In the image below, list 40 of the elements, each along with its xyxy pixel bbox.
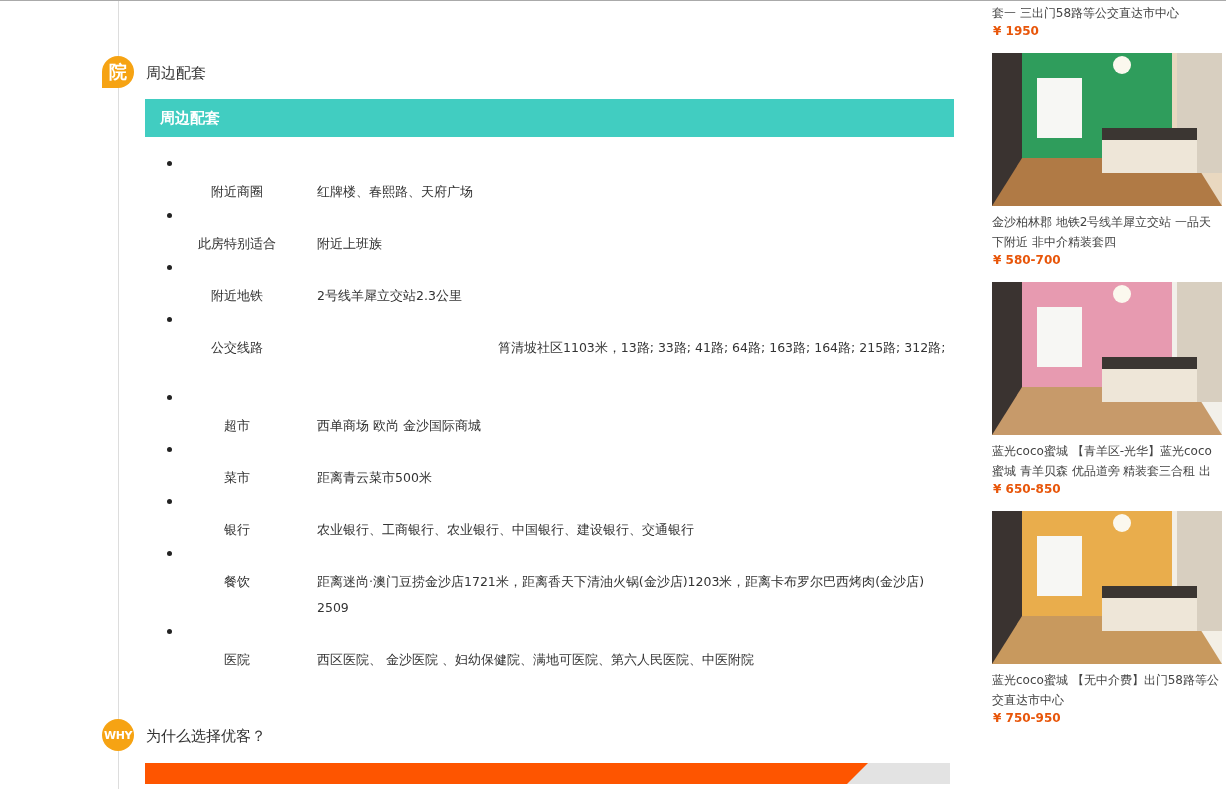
item-label: 此房特别适合 <box>197 235 277 253</box>
listing-price: ¥ 1950 <box>992 23 1040 39</box>
section-heading: 周边配套 <box>146 63 206 83</box>
item-value: 红牌楼、春熙路、天府广场 <box>316 183 474 201</box>
item-value: 筲清坡社区1103米，13路; 33路; 41路; 64路; 163路; 164路; 215路; 312路; <box>497 339 947 357</box>
bullet-icon <box>167 213 172 218</box>
listing-title[interactable]: 金沙柏林郡 地铁2号线羊犀立交站 一品天下附近 非中介精装套四 <box>992 212 1222 252</box>
item-label: 附近地铁 <box>210 287 264 305</box>
section-title-bar: 周边配套 <box>145 99 954 137</box>
item-value: 2号线羊犀立交站2.3公里 <box>316 287 463 305</box>
listing-price: ¥ 650-850 <box>992 481 1062 497</box>
item-label: 菜市 <box>223 469 251 487</box>
bullet-icon <box>167 629 172 634</box>
section-heading: 为什么选择优客？ <box>146 726 266 746</box>
item-value: 距离迷尚·澳门豆捞金沙店1721米，距离香天下清油火锅(金沙店)1203米，距离卡布罗尔巴西烤肉(金沙店) 2509 <box>316 573 926 617</box>
item-value: 西单商场 欧尚 金沙国际商城 <box>316 417 482 435</box>
item-value: 附近上班族 <box>316 235 383 253</box>
bullet-icon <box>167 317 172 322</box>
bullet-icon <box>167 161 172 166</box>
item-label: 餐饮 <box>223 573 251 591</box>
item-value: 距离青云菜市500米 <box>316 469 433 487</box>
item-value: 农业银行、工商银行、农业银行、中国银行、建设银行、交通银行 <box>316 521 695 539</box>
bullet-icon <box>167 265 172 270</box>
section-badge: 院 <box>102 56 134 88</box>
item-label: 公交线路 <box>210 339 264 357</box>
listing-price: ¥ 750-950 <box>992 710 1062 726</box>
bullet-icon <box>167 447 172 452</box>
item-label: 银行 <box>223 521 251 539</box>
item-label: 超市 <box>223 417 251 435</box>
section-badge: WHY <box>102 719 134 751</box>
listing-title[interactable]: 套一 三出门58路等公交直达市中心 <box>992 3 1222 23</box>
listing-title[interactable]: 蓝光coco蜜城 【青羊区-光华】蓝光coco蜜城 青羊贝森 优品道旁 精装套三合租 出 <box>992 441 1222 481</box>
bullet-icon <box>167 551 172 556</box>
item-label: 医院 <box>223 651 251 669</box>
item-value: 西区医院、 金沙医院 、妇幼保健院、满地可医院、第六人民医院、中医附院 <box>316 651 755 669</box>
listing-price: ¥ 580-700 <box>992 252 1062 268</box>
bullet-icon <box>167 499 172 504</box>
listing-title[interactable]: 蓝光coco蜜城 【无中介费】出门58路等公交直达市中心 <box>992 670 1222 710</box>
item-label: 附近商圈 <box>210 183 264 201</box>
bullet-icon <box>167 395 172 400</box>
